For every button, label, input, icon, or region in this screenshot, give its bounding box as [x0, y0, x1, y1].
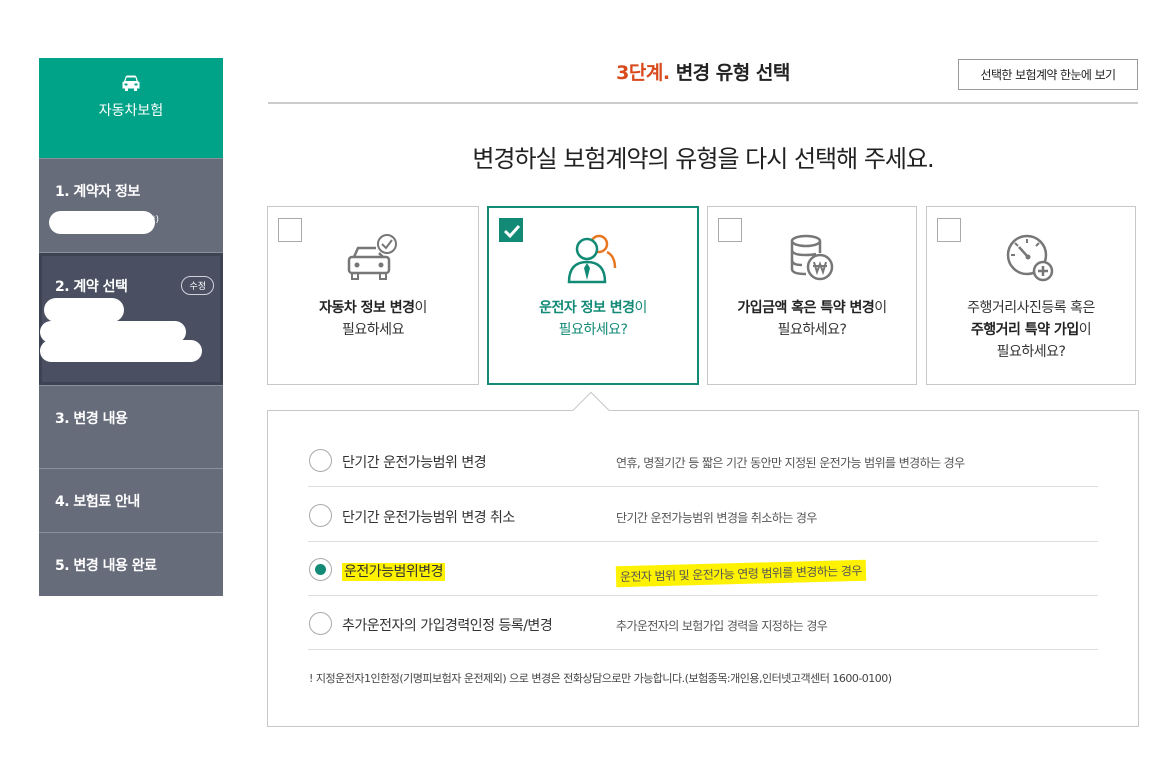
divider — [268, 102, 1138, 104]
sidebar: 자동차보험 1. 계약자 정보 *) 2. 계약 선택 수정 3. 변경 내용 … — [39, 58, 223, 596]
sidebar-item-complete[interactable]: 5. 변경 내용 완료 — [39, 532, 223, 596]
sidebar-header[interactable]: 자동차보험 — [39, 58, 223, 158]
card-label: 자동차 정보 변경이 필요하세요 — [319, 300, 427, 338]
masked-suffix: *) — [151, 215, 160, 225]
card-checkbox-checked[interactable] — [499, 218, 523, 242]
car-icon — [122, 75, 140, 91]
radio-button-selected[interactable] — [309, 558, 332, 581]
card-mileage[interactable]: 주행거리사진등록 혹은 주행거리 특약 가입이 필요하세요? — [926, 206, 1136, 385]
option-label: 단기간 운전가능범위 변경 취소 — [342, 510, 515, 526]
card-car-info[interactable]: 자동차 정보 변경이 필요하세요 — [267, 206, 479, 385]
masked-info — [40, 340, 202, 362]
sidebar-item-label: 3. 변경 내용 — [55, 411, 128, 427]
radio-button[interactable] — [309, 612, 332, 635]
sidebar-item-label: 5. 변경 내용 완료 — [55, 558, 157, 574]
coin-stack-icon — [790, 234, 834, 281]
sidebar-item-premium[interactable]: 4. 보험료 안내 — [39, 468, 223, 532]
driver-person-icon — [567, 234, 617, 284]
card-driver-info[interactable]: 운전자 정보 변경이 필요하세요? — [487, 206, 699, 385]
option-label: 추가운전자의 가입경력인정 등록/변경 — [342, 618, 553, 634]
card-amount-rider[interactable]: 가입금액 혹은 특약 변경이 필요하세요? — [707, 206, 917, 385]
gauge-plus-icon — [1006, 234, 1054, 282]
card-label: 가입금액 혹은 특약 변경이 필요하세요? — [737, 300, 887, 338]
option-description: 연휴, 명절기간 등 짧은 기간 동안만 지정된 운전가능 범위를 변경하는 경… — [616, 456, 965, 470]
card-checkbox[interactable] — [278, 218, 302, 242]
instruction-heading: 변경하실 보험계약의 유형을 다시 선택해 주세요. — [472, 145, 934, 173]
option-label: 단기간 운전가능범위 변경 — [342, 455, 487, 471]
sidebar-item-label: 1. 계약자 정보 — [55, 184, 140, 200]
sidebar-item-label: 2. 계약 선택 — [55, 279, 128, 295]
card-label: 운전자 정보 변경이 필요하세요? — [539, 300, 647, 338]
option-label: 운전가능범위변경 — [342, 563, 446, 581]
option-row-selected[interactable]: 운전가능범위변경 운전자 범위 및 운전가능 연령 범위를 변경하는 경우 — [308, 542, 1098, 596]
sidebar-item-label: 4. 보험료 안내 — [55, 494, 140, 510]
option-row[interactable]: 추가운전자의 가입경력인정 등록/변경 추가운전자의 보험가입 경력을 지정하는… — [308, 596, 1098, 650]
summary-button[interactable]: 선택한 보험계약 한눈에 보기 — [958, 59, 1138, 90]
option-description: 운전자 범위 및 운전가능 연령 범위를 변경하는 경우 — [615, 559, 866, 588]
radio-button[interactable] — [309, 504, 332, 527]
card-checkbox[interactable] — [937, 218, 961, 242]
card-label: 주행거리사진등록 혹은 주행거리 특약 가입이 필요하세요? — [967, 300, 1095, 360]
card-checkbox[interactable] — [718, 218, 742, 242]
step-title-text: 변경 유형 선택 — [675, 62, 791, 84]
radio-button[interactable] — [309, 449, 332, 472]
option-row[interactable]: 단기간 운전가능범위 변경 취소 단기간 운전가능범위 변경을 취소하는 경우 — [308, 488, 1098, 542]
step-number: 3단계. — [616, 62, 670, 84]
option-panel: 단기간 운전가능범위 변경 연휴, 명절기간 등 짧은 기간 동안만 지정된 운… — [267, 410, 1139, 727]
sidebar-title: 자동차보험 — [98, 103, 164, 119]
sidebar-item-change-details[interactable]: 3. 변경 내용 — [39, 385, 223, 468]
notice-text: ! 지정운전자1인한정(기명피보험자 운전제외) 으로 변경은 전화상담으로만 … — [309, 672, 892, 685]
option-row[interactable]: 단기간 운전가능범위 변경 연휴, 명절기간 등 짧은 기간 동안만 지정된 운… — [308, 433, 1098, 487]
option-description: 단기간 운전가능범위 변경을 취소하는 경우 — [616, 511, 817, 525]
edit-badge[interactable]: 수정 — [181, 276, 214, 295]
sidebar-item-contract-select[interactable]: 2. 계약 선택 수정 — [39, 252, 223, 385]
masked-info — [49, 211, 155, 234]
option-description: 추가운전자의 보험가입 경력을 지정하는 경우 — [616, 619, 828, 633]
masked-info — [44, 298, 124, 322]
sidebar-item-contractor[interactable]: 1. 계약자 정보 *) — [39, 158, 223, 252]
check-icon — [503, 224, 521, 239]
car-check-icon — [347, 234, 397, 280]
